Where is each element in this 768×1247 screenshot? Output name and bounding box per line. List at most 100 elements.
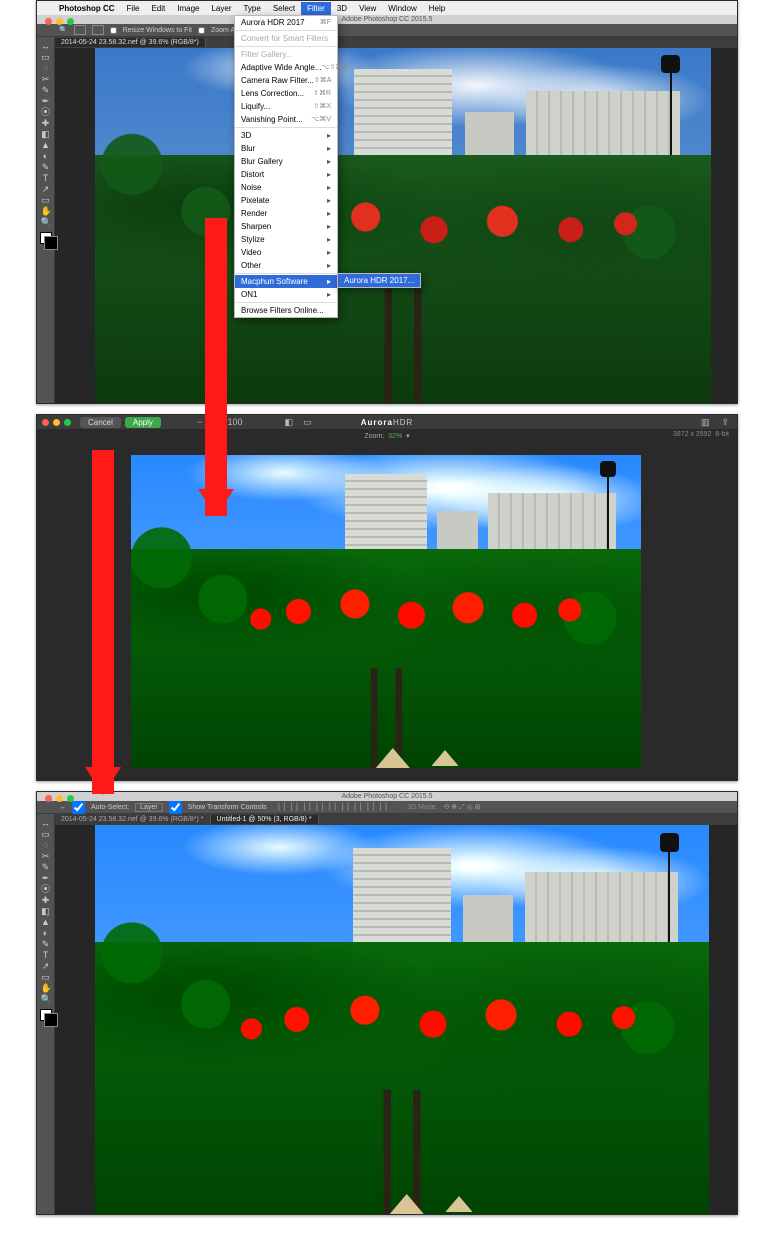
- auto-select-target[interactable]: Layer: [135, 803, 163, 812]
- clone-tool[interactable]: ✚: [41, 118, 51, 128]
- zoom-all-checkbox[interactable]: [198, 27, 205, 34]
- filter-macphun[interactable]: Macphun Software▸ Aurora HDR 2017...: [235, 275, 337, 288]
- shape-tool[interactable]: ▭: [41, 972, 51, 982]
- submenu-aurora-hdr[interactable]: Aurora HDR 2017...: [338, 274, 420, 287]
- pen-tool[interactable]: ✎: [41, 162, 51, 172]
- gradient-tool[interactable]: ◧: [41, 129, 51, 139]
- filter-liquify[interactable]: Liquify...⇧⌘X: [235, 100, 337, 113]
- marquee-tool[interactable]: ▭: [41, 829, 51, 839]
- crop-tool[interactable]: ✂: [41, 74, 51, 84]
- filter-video[interactable]: Video▸: [235, 246, 337, 259]
- canvas[interactable]: [55, 825, 737, 1214]
- hand-tool[interactable]: ✋: [41, 983, 51, 993]
- zoom-value[interactable]: 32%: [388, 433, 402, 440]
- path-tool[interactable]: ↗: [41, 184, 51, 194]
- filter-3d[interactable]: 3D▸: [235, 129, 337, 142]
- filter-sharpen[interactable]: Sharpen▸: [235, 220, 337, 233]
- document-tab[interactable]: 2014-05-24 23.58.32.nef @ 39.6% (RGB/8*): [55, 38, 206, 47]
- filter-on1[interactable]: ON1▸: [235, 288, 337, 301]
- type-tool[interactable]: T: [41, 173, 51, 183]
- menu-window[interactable]: Window: [382, 2, 422, 15]
- menu-view[interactable]: View: [353, 2, 382, 15]
- menu-image[interactable]: Image: [171, 2, 205, 15]
- filter-blur-gal[interactable]: Blur Gallery▸: [235, 155, 337, 168]
- dodge-tool[interactable]: ◐: [41, 928, 51, 938]
- hand-tool[interactable]: ✋: [41, 206, 51, 216]
- zoom-icon[interactable]: [64, 419, 71, 426]
- window-controls[interactable]: [39, 792, 80, 805]
- window-controls[interactable]: [37, 417, 76, 428]
- resize-windows-checkbox[interactable]: [110, 27, 117, 34]
- brush-tool[interactable]: ✒: [41, 873, 51, 883]
- close-icon[interactable]: [42, 419, 49, 426]
- filter-render[interactable]: Render▸: [235, 207, 337, 220]
- menu-layer[interactable]: Layer: [205, 2, 237, 15]
- clone-tool[interactable]: ✚: [41, 895, 51, 905]
- color-swatches[interactable]: [40, 1009, 52, 1021]
- lasso-tool[interactable]: ◌: [41, 63, 51, 73]
- apply-button[interactable]: Apply: [125, 417, 161, 428]
- app-menu[interactable]: Photoshop CC: [53, 2, 121, 15]
- zoom-out-button[interactable]: −: [197, 417, 202, 427]
- menu-filter[interactable]: Filter: [301, 2, 331, 15]
- brush-tool[interactable]: ✒: [41, 96, 51, 106]
- type-tool[interactable]: T: [41, 950, 51, 960]
- dodge-tool[interactable]: ◐: [41, 151, 51, 161]
- menu-type[interactable]: Type: [237, 2, 266, 15]
- minimize-icon[interactable]: [56, 18, 63, 25]
- transform-checkbox[interactable]: [169, 801, 182, 814]
- eyedropper-tool[interactable]: ✎: [41, 862, 51, 872]
- document-tab-a[interactable]: 2014-05-24 23.58.32.nef @ 39.6% (RGB/8*)…: [55, 815, 211, 824]
- close-icon[interactable]: [45, 795, 52, 802]
- filter-camera-raw[interactable]: Camera Raw Filter...⇧⌘A: [235, 74, 337, 87]
- menu-file[interactable]: File: [121, 2, 146, 15]
- zoom-100-button[interactable]: 100: [228, 417, 243, 427]
- move-tool[interactable]: ↔: [41, 818, 51, 828]
- color-swatches[interactable]: [40, 232, 52, 244]
- document-tab-b[interactable]: Untitled-1 @ 50% (3, RGB/8) *: [211, 815, 319, 824]
- preview-icon[interactable]: ▭: [303, 417, 312, 428]
- healing-tool[interactable]: ⦿: [41, 884, 51, 894]
- window-controls[interactable]: [39, 15, 80, 28]
- filter-browse[interactable]: Browse Filters Online...: [235, 304, 337, 317]
- marquee-tool[interactable]: ▭: [41, 52, 51, 62]
- filter-pixelate[interactable]: Pixelate▸: [235, 194, 337, 207]
- blur-tool[interactable]: ▲: [41, 917, 51, 927]
- shape-tool[interactable]: ▭: [41, 195, 51, 205]
- gradient-tool[interactable]: ◧: [41, 906, 51, 916]
- filter-last[interactable]: Aurora HDR 2017⌘F: [235, 16, 337, 29]
- filter-blur[interactable]: Blur▸: [235, 142, 337, 155]
- menu-edit[interactable]: Edit: [145, 2, 171, 15]
- crop-tool[interactable]: ✂: [41, 851, 51, 861]
- histogram-icon[interactable]: ▥: [701, 417, 710, 428]
- filter-noise[interactable]: Noise▸: [235, 181, 337, 194]
- menu-3d[interactable]: 3D: [331, 2, 353, 15]
- filter-other[interactable]: Other▸: [235, 259, 337, 272]
- filter-lens[interactable]: Lens Correction...⇧⌘R: [235, 87, 337, 100]
- canvas[interactable]: [55, 48, 737, 403]
- cancel-button[interactable]: Cancel: [80, 417, 121, 428]
- minimize-icon[interactable]: [56, 795, 63, 802]
- lasso-tool[interactable]: ◌: [41, 840, 51, 850]
- compare-icon[interactable]: ◧: [285, 417, 294, 428]
- menu-select[interactable]: Select: [267, 2, 301, 15]
- zoom-tool[interactable]: 🔍: [41, 217, 51, 227]
- filter-stylize[interactable]: Stylize▸: [235, 233, 337, 246]
- move-tool[interactable]: ↔: [41, 41, 51, 51]
- zoom-icon[interactable]: [67, 18, 74, 25]
- close-icon[interactable]: [45, 18, 52, 25]
- zoom-icon[interactable]: [67, 795, 74, 802]
- export-icon[interactable]: ⇪: [721, 417, 729, 428]
- healing-tool[interactable]: ⦿: [41, 107, 51, 117]
- aurora-canvas[interactable]: [37, 443, 737, 780]
- zoom-out-icon[interactable]: [92, 25, 104, 35]
- pen-tool[interactable]: ✎: [41, 939, 51, 949]
- filter-adaptive[interactable]: Adaptive Wide Angle...⌥⇧⌘A: [235, 61, 337, 74]
- zoom-tool[interactable]: 🔍: [41, 994, 51, 1004]
- minimize-icon[interactable]: [53, 419, 60, 426]
- blur-tool[interactable]: ▲: [41, 140, 51, 150]
- menu-help[interactable]: Help: [423, 2, 451, 15]
- filter-vanishing[interactable]: Vanishing Point...⌥⌘V: [235, 113, 337, 126]
- eyedropper-tool[interactable]: ✎: [41, 85, 51, 95]
- filter-distort[interactable]: Distort▸: [235, 168, 337, 181]
